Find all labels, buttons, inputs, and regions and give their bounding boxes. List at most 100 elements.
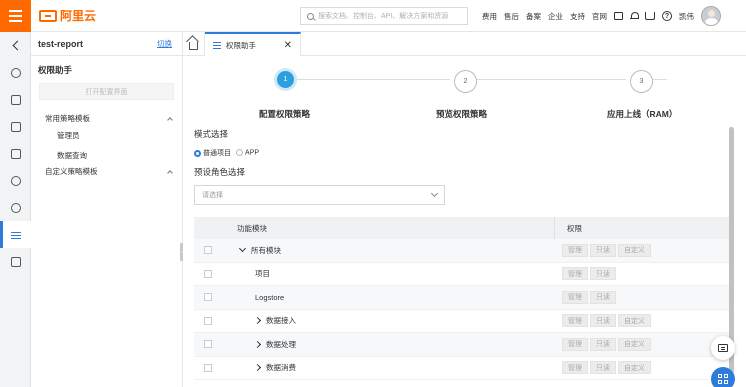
- perm-readonly-button[interactable]: 只读: [590, 314, 616, 328]
- cart-icon[interactable]: [645, 12, 655, 20]
- chevron-down-icon[interactable]: [238, 245, 247, 253]
- perm-buttons: 管理 只读 自定义: [562, 337, 651, 351]
- rail-chart[interactable]: [0, 167, 31, 194]
- nav-official-site[interactable]: 官网: [592, 11, 607, 22]
- chevron-right-icon[interactable]: [253, 364, 262, 372]
- chevron-up-icon: [167, 116, 173, 123]
- perm-manage-button[interactable]: 管理: [562, 314, 588, 328]
- perm-custom-button[interactable]: 自定义: [618, 361, 651, 375]
- mode-radio-group: 普通项目 APP: [194, 148, 259, 158]
- menu-icon[interactable]: [0, 0, 31, 32]
- policy-tree: 常用策略模板 管理员 数据查询 自定义策略模板: [31, 112, 182, 178]
- role-select[interactable]: 请选择: [194, 185, 445, 205]
- aliyun-logo[interactable]: 阿里云: [39, 7, 96, 24]
- row-name: 所有模块: [251, 245, 281, 255]
- permission-table: 功能模块 权限 所有模块 管理 只读 自定义 项目 管理 只读 Logstore…: [194, 217, 732, 380]
- rail-storage[interactable]: [0, 113, 31, 140]
- perm-manage-button[interactable]: 管理: [562, 267, 588, 281]
- perm-custom-button[interactable]: 自定义: [618, 337, 651, 351]
- perm-manage-button[interactable]: 管理: [562, 361, 588, 375]
- apps-button[interactable]: [711, 367, 735, 387]
- radio-app-label: APP: [245, 149, 260, 157]
- step-2-circle: 2: [454, 70, 477, 93]
- clock-icon: [10, 67, 21, 78]
- radio-app[interactable]: APP: [236, 149, 260, 157]
- perm-readonly-button[interactable]: 只读: [590, 290, 616, 304]
- pie-chart-icon: [10, 175, 21, 186]
- row-checkbox[interactable]: [204, 293, 212, 302]
- chevron-right-icon[interactable]: [253, 340, 262, 348]
- perm-readonly-button[interactable]: 只读: [590, 267, 616, 281]
- perm-readonly-button[interactable]: 只读: [590, 337, 616, 351]
- tree-group-label: 常用策略模板: [45, 114, 90, 123]
- search-input[interactable]: 搜索文档、控制台、API、解决方案和资源: [300, 7, 468, 25]
- bell-icon[interactable]: [630, 11, 639, 21]
- help-icon[interactable]: ?: [662, 11, 672, 21]
- tree-item-admin[interactable]: 管理员: [31, 125, 182, 145]
- terminal-icon[interactable]: [614, 12, 623, 20]
- nav-filing[interactable]: 备案: [526, 11, 541, 22]
- chevron-right-icon[interactable]: [253, 317, 262, 325]
- perm-manage-button[interactable]: 管理: [562, 337, 588, 351]
- perm-manage-button[interactable]: 管理: [562, 290, 588, 304]
- tab-permission-assistant[interactable]: 权限助手 ✕: [205, 32, 301, 56]
- rail-permission[interactable]: [0, 221, 31, 248]
- tree-group-common[interactable]: 常用策略模板: [31, 112, 182, 125]
- table-row: 项目 管理 只读: [194, 263, 732, 286]
- rail-logstores[interactable]: [0, 86, 31, 113]
- perm-readonly-button[interactable]: 只读: [590, 243, 616, 257]
- top-nav: 费用 售后 备案 企业 支持 官网 ? 凯伟: [482, 0, 721, 32]
- rail-robot[interactable]: [0, 248, 31, 275]
- step-1-label: 配置权限策略: [259, 109, 311, 119]
- tab-bar: 权限助手 ✕: [183, 32, 746, 56]
- nav-fees[interactable]: 费用: [482, 11, 497, 22]
- avatar[interactable]: [701, 6, 721, 26]
- scrollbar[interactable]: [729, 127, 734, 373]
- perm-manage-button[interactable]: 管理: [562, 243, 588, 257]
- back-button[interactable]: [0, 32, 31, 59]
- row-checkbox[interactable]: [204, 269, 212, 278]
- row-checkbox[interactable]: [204, 316, 212, 325]
- perm-buttons: 管理 只读: [562, 267, 616, 281]
- main-content: 1 2 3 配置权限策略 预览权限策略 应用上线（RAM） 模式选择 普通项目 …: [183, 56, 746, 387]
- perm-buttons: 管理 只读: [562, 290, 616, 304]
- list-icon: [10, 230, 21, 240]
- step-2-label: 预览权限策略: [436, 109, 488, 119]
- row-name-cell: 所有模块: [212, 245, 562, 256]
- project-name: test-report: [38, 38, 84, 49]
- step-1-circle: 1: [274, 68, 297, 91]
- document-icon: [10, 94, 21, 105]
- rail-overview[interactable]: [0, 59, 31, 86]
- rail-alert[interactable]: [0, 194, 31, 221]
- perm-custom-button[interactable]: 自定义: [618, 314, 651, 328]
- step-3-label: 应用上线（RAM）: [607, 109, 678, 119]
- nav-aftersale[interactable]: 售后: [504, 11, 519, 22]
- tree-group-custom[interactable]: 自定义策略模板: [31, 165, 182, 178]
- home-tab[interactable]: [183, 32, 205, 56]
- home-icon: [189, 41, 198, 50]
- row-checkbox[interactable]: [204, 246, 212, 255]
- user-name[interactable]: 凯伟: [679, 11, 694, 22]
- nav-support[interactable]: 支持: [570, 11, 585, 22]
- step-connector: [476, 79, 626, 80]
- role-label: 预设角色选择: [194, 167, 246, 177]
- table-row: 所有模块 管理 只读 自定义: [194, 239, 732, 263]
- row-checkbox[interactable]: [204, 363, 212, 372]
- nav-enterprise[interactable]: 企业: [548, 11, 563, 22]
- row-checkbox[interactable]: [204, 340, 212, 349]
- radio-dot: [236, 149, 243, 157]
- list-icon: [213, 41, 221, 49]
- tab-label: 权限助手: [226, 40, 256, 50]
- table-row: 数据消费 管理 只读 自定义: [194, 357, 732, 380]
- perm-custom-button[interactable]: 自定义: [618, 243, 651, 257]
- switch-link[interactable]: 切换: [157, 38, 172, 49]
- perm-readonly-button[interactable]: 只读: [590, 361, 616, 375]
- permission-section: 权限助手: [31, 56, 182, 76]
- row-name-cell: 数据接入: [212, 315, 562, 326]
- rail-dashboard[interactable]: [0, 140, 31, 167]
- chat-button[interactable]: [711, 336, 735, 360]
- open-config-button[interactable]: 打开配置界面: [39, 83, 174, 100]
- close-icon[interactable]: ✕: [284, 40, 292, 51]
- tree-item-data-query[interactable]: 数据查询: [31, 145, 182, 165]
- radio-normal[interactable]: 普通项目: [194, 148, 231, 158]
